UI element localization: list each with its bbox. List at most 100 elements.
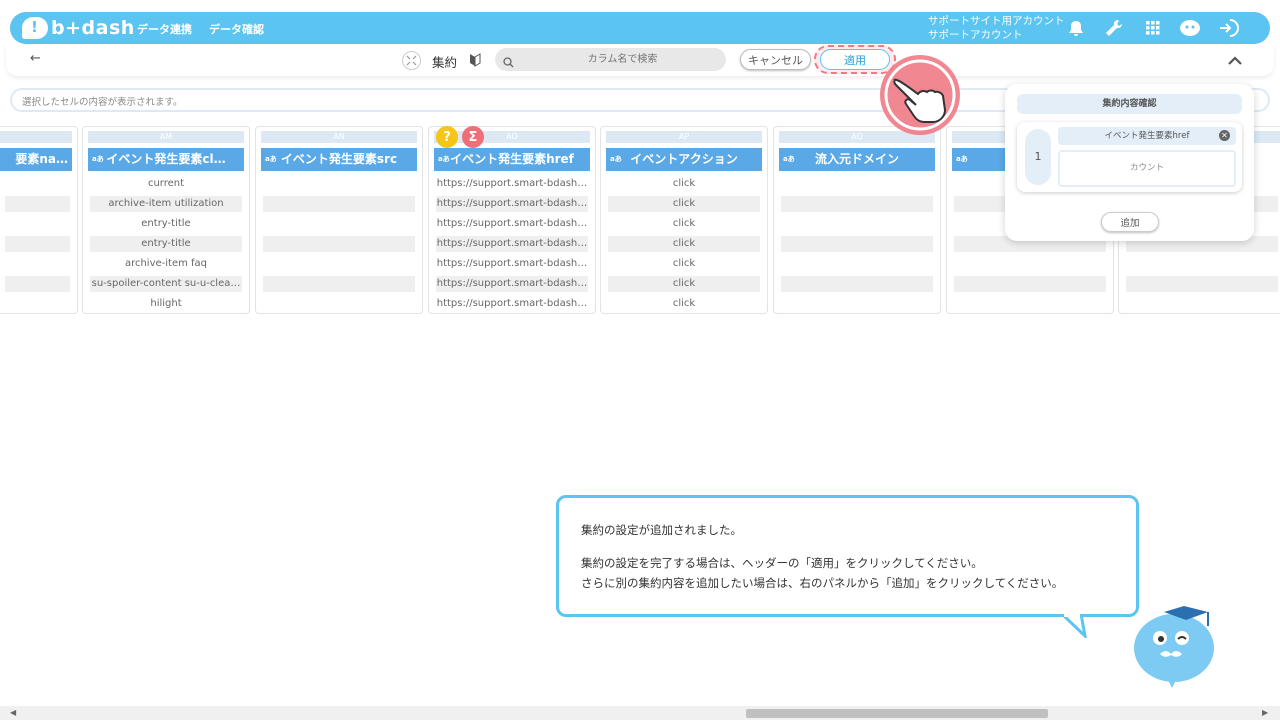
collapse-chevron-icon[interactable] — [1228, 50, 1242, 69]
column-header[interactable]: aあ 流入元ドメイン — [779, 148, 935, 171]
table-cell[interactable] — [5, 256, 70, 272]
column-header[interactable]: aあ イベントアクション — [606, 148, 762, 171]
table-cell[interactable] — [1126, 276, 1278, 292]
table-cell[interactable] — [781, 256, 933, 272]
column-type-icon: aあ — [956, 155, 968, 163]
data-column[interactable]: AN aあ イベント発生要素src — [255, 126, 423, 314]
aggregate-function-select[interactable]: カウント — [1058, 150, 1236, 187]
beginner-mark-icon[interactable] — [469, 52, 481, 71]
table-cell[interactable]: su-spoiler-content su-u-clea… — [90, 276, 242, 292]
table-cell[interactable] — [781, 276, 933, 292]
column-letter: AN — [261, 131, 417, 143]
column-search-input[interactable] — [495, 48, 726, 71]
column-header-label: 要素na… — [15, 152, 68, 166]
key-badge-icon[interactable]: ? — [436, 126, 458, 148]
aggregate-item-column[interactable]: イベント発生要素href — [1058, 127, 1236, 145]
app-root: { "brand": { "logo_text": "b+dash" }, "n… — [0, 0, 1280, 720]
tooltip-tail — [1061, 614, 1087, 638]
table-cell[interactable]: click — [608, 296, 760, 312]
table-cell[interactable] — [781, 236, 933, 252]
table-cell[interactable] — [5, 196, 70, 212]
back-arrow-icon[interactable]: ← — [30, 51, 41, 66]
table-cell[interactable]: entry-title — [90, 236, 242, 252]
table-cell[interactable]: current — [90, 176, 242, 192]
account-name: サポートサイト用アカウント — [928, 15, 1065, 27]
data-column[interactable]: AP aあ イベントアクション click click click click click cl… — [600, 126, 768, 314]
table-cell[interactable] — [263, 276, 415, 292]
table-cell[interactable]: archive-item utilization — [90, 196, 242, 212]
table-cell[interactable]: https://support.smart-bdash… — [436, 216, 588, 232]
table-cell[interactable] — [5, 296, 70, 312]
table-cell[interactable]: https://support.smart-bdash… — [436, 296, 588, 312]
pointer-hand-icon — [880, 55, 960, 135]
table-cell[interactable] — [263, 216, 415, 232]
table-cell[interactable]: entry-title — [90, 216, 242, 232]
table-cell[interactable]: https://support.smart-bdash… — [436, 276, 588, 292]
aggregate-item-number: 1 — [1025, 129, 1051, 185]
column-header[interactable]: 要素na… — [0, 148, 72, 171]
table-cell[interactable] — [263, 296, 415, 312]
table-cell[interactable]: click — [608, 256, 760, 272]
scroll-left-icon[interactable]: ◀ — [10, 708, 16, 717]
scrollbar-thumb[interactable] — [746, 709, 1048, 718]
remove-icon[interactable]: ✕ — [1219, 130, 1230, 141]
tooltip-line-3: さらに別の集約内容を追加したい場合は、右のパネルから「追加」をクリックしてくださ… — [581, 576, 1064, 590]
table-cell[interactable] — [954, 256, 1106, 272]
nav-link-data-integration[interactable]: データ連携 — [137, 21, 192, 37]
table-cell[interactable] — [954, 276, 1106, 292]
table-cell[interactable] — [5, 176, 70, 192]
cancel-button[interactable]: キャンセル — [740, 49, 811, 70]
table-cell[interactable] — [5, 236, 70, 252]
column-letter — [0, 131, 72, 143]
mascot-icon — [1134, 606, 1214, 688]
top-nav-bar: b+dash データ連携 データ確認 サポートサイト用アカウント サポートアカウ… — [10, 12, 1270, 44]
table-cell[interactable] — [781, 196, 933, 212]
table-cell[interactable] — [954, 296, 1106, 312]
table-cell[interactable]: https://support.smart-bdash… — [436, 196, 588, 212]
table-cell[interactable] — [5, 276, 70, 292]
guide-tooltip: 集約の設定が追加されました。 集約の設定を完了する場合は、ヘッダーの「適用」をク… — [556, 495, 1139, 617]
table-cell[interactable]: archive-item faq — [90, 256, 242, 272]
scroll-right-icon[interactable]: ▶ — [1262, 708, 1268, 717]
column-header[interactable]: aあ イベント発生要素src — [261, 148, 417, 171]
column-header[interactable]: aあ イベント発生要素href — [434, 148, 590, 171]
account-info[interactable]: サポートサイト用アカウント サポートアカウント — [928, 14, 1065, 42]
data-column[interactable]: AO aあ イベント発生要素href https://support.smart-bd… — [428, 126, 596, 314]
support-mascot-icon[interactable] — [1179, 17, 1201, 39]
table-cell[interactable]: click — [608, 236, 760, 252]
column-header[interactable]: aあ イベント発生要素cl… — [88, 148, 244, 171]
data-column[interactable]: AQ aあ 流入元ドメイン — [773, 126, 941, 314]
table-cell[interactable] — [263, 236, 415, 252]
bell-icon[interactable] — [1065, 17, 1087, 39]
table-cell[interactable] — [1126, 256, 1278, 272]
table-cell[interactable] — [781, 216, 933, 232]
table-cell[interactable]: https://support.smart-bdash… — [436, 236, 588, 252]
grid-toolbar: ← 集約 キャンセル 適用 — [6, 44, 1274, 76]
aggregate-expand-icon[interactable] — [402, 51, 421, 70]
table-cell[interactable]: https://support.smart-bdash… — [436, 256, 588, 272]
table-cell[interactable]: click — [608, 276, 760, 292]
table-cell[interactable]: https://support.smart-bdash… — [436, 176, 588, 192]
table-cell[interactable]: click — [608, 196, 760, 212]
data-column[interactable]: 要素na… — [0, 126, 78, 314]
table-cell[interactable] — [781, 296, 933, 312]
table-cell[interactable]: hilight — [90, 296, 242, 312]
sigma-aggregate-badge-icon[interactable]: Σ — [462, 126, 484, 148]
grid-menu-icon[interactable] — [1142, 17, 1164, 39]
table-cell[interactable] — [781, 176, 933, 192]
bdash-logo[interactable]: b+dash — [22, 15, 135, 41]
table-cell[interactable] — [263, 196, 415, 212]
table-cell[interactable] — [263, 176, 415, 192]
add-aggregate-button[interactable]: 追加 — [1101, 212, 1159, 232]
logout-icon[interactable] — [1218, 17, 1240, 39]
table-cell[interactable] — [263, 256, 415, 272]
horizontal-scrollbar[interactable]: ◀ ▶ — [0, 706, 1280, 720]
nav-link-data-check[interactable]: データ確認 — [209, 21, 264, 37]
column-type-icon: aあ — [92, 155, 104, 163]
table-cell[interactable] — [5, 216, 70, 232]
table-cell[interactable]: click — [608, 216, 760, 232]
data-column[interactable]: AM aあ イベント発生要素cl… current archive-item utili… — [82, 126, 250, 314]
table-cell[interactable]: click — [608, 176, 760, 192]
table-cell[interactable] — [1126, 296, 1278, 312]
wrench-icon[interactable] — [1103, 17, 1125, 39]
